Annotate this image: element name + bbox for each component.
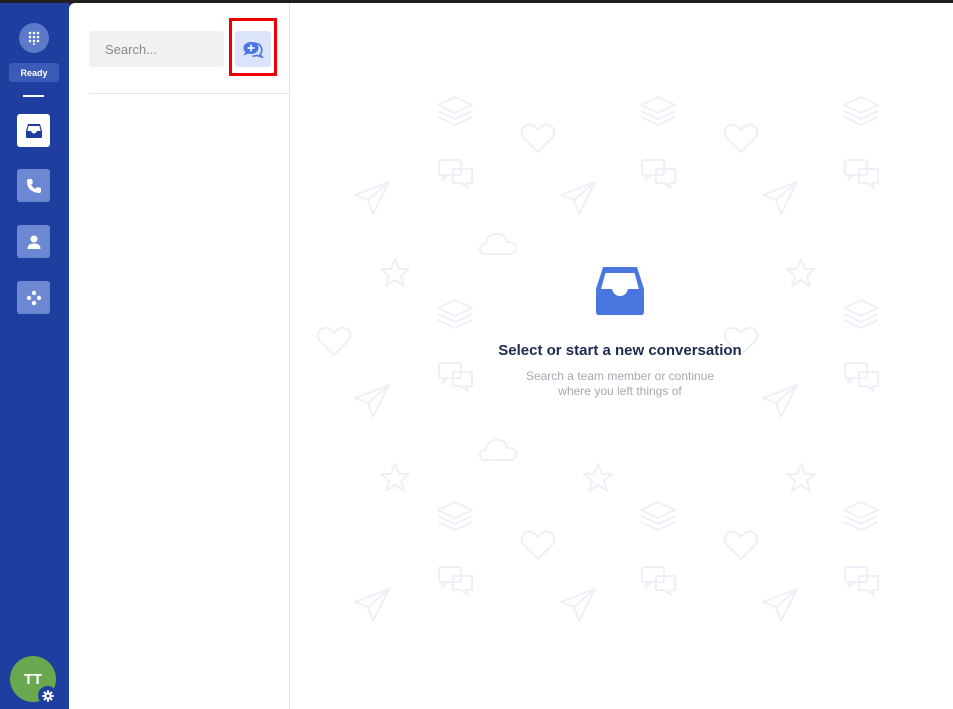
conversation-list bbox=[69, 3, 290, 709]
settings-button[interactable] bbox=[38, 686, 57, 705]
sidebar-item-apps[interactable] bbox=[17, 281, 50, 314]
inbox-icon bbox=[25, 123, 42, 138]
dialpad-icon bbox=[28, 31, 40, 45]
new-conversation-highlight bbox=[229, 18, 277, 76]
conversation-area: Select or start a new conversation Searc… bbox=[290, 3, 953, 709]
apps-icon bbox=[26, 290, 41, 305]
app-sidebar: Ready TT bbox=[0, 3, 69, 709]
gear-icon bbox=[41, 689, 54, 702]
search-input[interactable] bbox=[89, 31, 224, 67]
sidebar-item-calls[interactable] bbox=[17, 169, 50, 202]
sidebar-item-inbox[interactable] bbox=[17, 114, 50, 147]
phone-icon bbox=[26, 178, 41, 193]
dialpad-button[interactable] bbox=[19, 23, 49, 53]
person-icon bbox=[27, 235, 40, 249]
sidebar-divider bbox=[23, 95, 44, 97]
messaging-panel: Select or start a new conversation Searc… bbox=[69, 3, 953, 709]
list-divider bbox=[89, 93, 289, 94]
sidebar-item-contacts[interactable] bbox=[17, 225, 50, 258]
inbox-tray-icon bbox=[596, 267, 644, 315]
empty-state: Select or start a new conversation Searc… bbox=[470, 265, 770, 399]
empty-state-subtitle: Search a team member or continue where y… bbox=[525, 369, 715, 398]
agent-status-badge[interactable]: Ready bbox=[9, 63, 59, 82]
empty-state-title: Select or start a new conversation bbox=[498, 342, 742, 359]
